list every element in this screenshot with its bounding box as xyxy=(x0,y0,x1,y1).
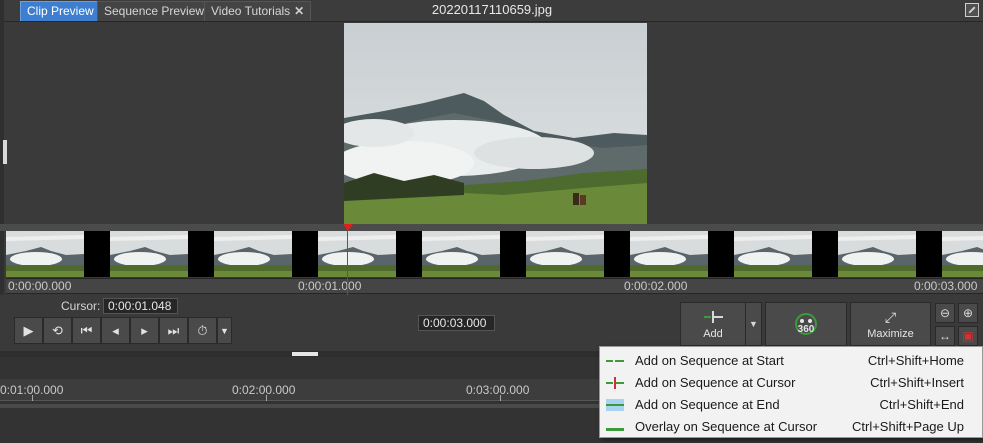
add-dropdown-menu: Add on Sequence at Start Ctrl+Shift+Home… xyxy=(599,346,983,438)
preview-image xyxy=(344,23,647,224)
stereo-icon: ▣ xyxy=(962,329,974,343)
undock-icon[interactable] xyxy=(965,3,979,17)
menu-item-add-at-cursor[interactable]: Add on Sequence at Cursor Ctrl+Shift+Ins… xyxy=(600,372,982,394)
add-button[interactable]: Add ▼ xyxy=(680,302,762,346)
zoom-in-button[interactable]: ⊕ xyxy=(958,303,978,323)
cursor-time-field[interactable]: 0:00:01.048 xyxy=(103,298,178,314)
maximize-label: Maximize xyxy=(867,328,914,340)
clip-thumbnail xyxy=(422,231,500,277)
cursor-label: Cursor: xyxy=(61,299,101,313)
skip-end-icon: ⏭ xyxy=(167,322,180,338)
skip-start-icon: ⏮ xyxy=(80,322,93,338)
add-to-sequence-icon xyxy=(704,311,723,323)
loop-button[interactable]: ⟲ xyxy=(43,317,72,344)
add-dropdown-button[interactable]: ▼ xyxy=(745,303,761,345)
clip-thumbnail xyxy=(214,231,292,277)
panel-resize-handle[interactable] xyxy=(3,140,7,164)
chevron-down-icon: ▼ xyxy=(749,319,758,329)
add-cursor-icon xyxy=(606,377,624,389)
zoom-in-icon: ⊕ xyxy=(962,306,974,320)
step-back-icon: ◂ xyxy=(112,322,119,338)
left-edge-bar xyxy=(0,0,4,330)
clip-thumbnail xyxy=(526,231,604,277)
maximize-button[interactable]: ⤢ Maximize xyxy=(850,302,931,346)
menu-item-label: Add on Sequence at Start xyxy=(635,353,784,368)
mountain-landscape-image xyxy=(344,23,647,224)
timeline-tick xyxy=(32,395,33,401)
add-end-icon xyxy=(606,399,624,411)
menu-item-add-at-start[interactable]: Add on Sequence at Start Ctrl+Shift+Home xyxy=(600,350,982,372)
clip-thumbnail xyxy=(318,231,396,277)
go-to-end-button[interactable]: ⏭ xyxy=(159,317,188,344)
play-icon: ▶ xyxy=(23,322,34,338)
speed-dial-icon: ⏱ xyxy=(197,322,208,338)
go-to-start-button[interactable]: ⏮ xyxy=(72,317,101,344)
clip-thumbnail xyxy=(734,231,812,277)
menu-item-shortcut: Ctrl+Shift+Home xyxy=(867,353,964,368)
menu-item-shortcut: Ctrl+Shift+Page Up xyxy=(851,419,964,434)
menu-item-overlay-at-cursor[interactable]: Overlay on Sequence at Cursor Ctrl+Shift… xyxy=(600,416,982,438)
tab-video-tutorials-label: Video Tutorials xyxy=(211,4,291,18)
strip-ruler[interactable]: 0:00:00.000 0:00:01.000 0:00:02.000 0:00… xyxy=(6,278,983,294)
timeline-tick xyxy=(500,395,501,401)
menu-item-shortcut: Ctrl+Shift+Insert xyxy=(870,375,964,390)
tab-clip-preview-label: Clip Preview xyxy=(27,4,94,18)
clip-thumbnail xyxy=(110,231,188,277)
tab-clip-preview[interactable]: Clip Preview xyxy=(20,1,101,21)
clip-thumbnail xyxy=(838,231,916,277)
ruler-label: 0:00:02.000 xyxy=(624,279,688,293)
clip-thumbnail xyxy=(630,231,708,277)
chevron-down-icon: ▼ xyxy=(220,325,229,336)
overlay-icon xyxy=(606,428,624,431)
clip-thumbnail xyxy=(6,231,84,277)
fit-width-icon: ↔ xyxy=(939,329,951,343)
duration-field: 0:00:03.000 xyxy=(418,315,495,331)
timeline-ruler-label: 0:03:00.000 xyxy=(466,383,530,397)
menu-item-label: Add on Sequence at End xyxy=(635,397,780,412)
vr360-label: 360 xyxy=(797,324,815,335)
previous-frame-button[interactable]: ◂ xyxy=(101,317,130,344)
ruler-label: 0:00:01.000 xyxy=(298,279,362,293)
file-title: 20220117110659.jpg xyxy=(431,2,553,17)
menu-item-add-at-end[interactable]: Add on Sequence at End Ctrl+Shift+End xyxy=(600,394,982,416)
next-frame-button[interactable]: ▸ xyxy=(130,317,159,344)
preview-viewport xyxy=(0,22,983,224)
close-tab-icon[interactable]: ✕ xyxy=(294,4,304,18)
menu-item-label: Add on Sequence at Cursor xyxy=(635,375,796,390)
thumbnail-strip[interactable] xyxy=(6,231,983,277)
clip-thumbnail xyxy=(942,231,983,277)
zoom-out-button[interactable]: ⊖ xyxy=(935,303,955,323)
playhead-marker-icon[interactable] xyxy=(343,224,353,231)
step-forward-icon: ▸ xyxy=(141,322,148,338)
playhead[interactable] xyxy=(347,224,348,296)
strip-header xyxy=(0,224,983,231)
transport-bar: ▶ ⟲ ⏮ ◂ ▸ ⏭ ⏱ ▼ xyxy=(14,317,232,344)
stereo-button[interactable]: ▣ xyxy=(958,326,978,346)
playback-speed-dropdown[interactable]: ▼ xyxy=(217,317,232,344)
zoom-out-icon: ⊖ xyxy=(939,306,951,320)
tab-sequence-preview-label: Sequence Preview xyxy=(104,4,205,18)
add-start-icon xyxy=(606,360,624,362)
timeline-tick xyxy=(266,395,267,401)
ruler-label: 0:00:00.000 xyxy=(8,279,72,293)
ruler-label: 0:00:03.000 xyxy=(914,279,978,293)
fit-width-button[interactable]: ↔ xyxy=(935,326,955,346)
maximize-icon: ⤢ xyxy=(884,309,897,325)
playback-speed-button[interactable]: ⏱ xyxy=(188,317,217,344)
clip-preview-window: Clip Preview Sequence Preview Video Tuto… xyxy=(0,0,983,443)
menu-item-label: Overlay on Sequence at Cursor xyxy=(635,419,818,434)
menu-item-shortcut: Ctrl+Shift+End xyxy=(879,397,964,412)
add-button-label: Add xyxy=(703,328,723,340)
vr360-button[interactable]: 360 xyxy=(765,302,847,346)
tab-bar: Clip Preview Sequence Preview Video Tuto… xyxy=(0,0,983,22)
loop-icon: ⟲ xyxy=(52,322,63,338)
tab-sequence-preview[interactable]: Sequence Preview xyxy=(97,1,212,21)
play-button[interactable]: ▶ xyxy=(14,317,43,344)
timeline-ruler-label: 0:02:00.000 xyxy=(232,383,296,397)
tab-video-tutorials[interactable]: Video Tutorials ✕ xyxy=(204,1,312,21)
playback-controls: Cursor: 0:00:01.048 ▶ ⟲ ⏮ ◂ ▸ ⏭ ⏱ ▼ 0:00… xyxy=(0,295,983,352)
splitter-handle[interactable] xyxy=(292,352,318,356)
